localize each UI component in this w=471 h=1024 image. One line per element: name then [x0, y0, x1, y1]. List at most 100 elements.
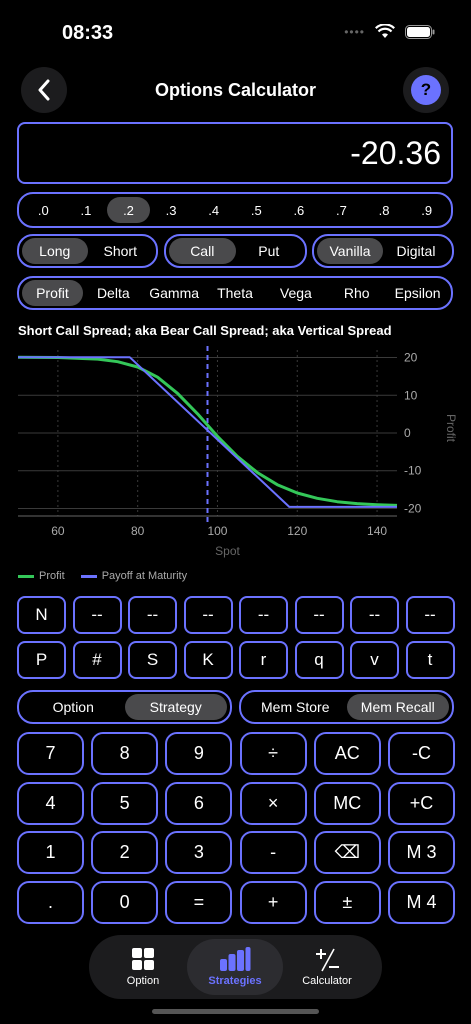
y-tick-label-2: 0	[404, 426, 411, 440]
decimals-option-1[interactable]: .1	[65, 197, 108, 223]
legend-profit: Profit	[18, 570, 65, 582]
decimal-selector: .0.1.2.3.4.5.6.7.8.9	[17, 192, 453, 228]
mode-toggle-option-strategy[interactable]: Strategy	[124, 694, 227, 720]
wifi-icon	[375, 24, 395, 38]
keypad-key-0-2[interactable]: 9	[165, 732, 233, 775]
keypad-key-1-2[interactable]: 6	[165, 781, 233, 825]
keypad-key-1-4[interactable]: MC	[313, 781, 381, 825]
variable-button-row1-2[interactable]: --	[128, 596, 177, 634]
variable-button-row2-2[interactable]: S	[128, 641, 177, 679]
keypad-key-1-0[interactable]: 4	[17, 781, 84, 825]
style-option-digital[interactable]: Digital	[383, 238, 449, 264]
keypad-key-2-1[interactable]: 2	[91, 831, 159, 874]
keypad-key-3-5[interactable]: M 4	[388, 880, 455, 924]
variable-button-row2-3[interactable]: K	[183, 641, 233, 679]
variable-button-row1-3[interactable]: --	[183, 596, 233, 634]
x-tick-label-0: 60	[51, 524, 65, 538]
tab-strategies[interactable]: Strategies	[187, 939, 283, 995]
metric-tabs-option-profit[interactable]: Profit	[22, 280, 83, 306]
keypad-key-2-4[interactable]: ⌫	[313, 831, 381, 874]
keypad-key-1-5[interactable]: +C	[388, 781, 455, 825]
profit-chart: 20100-10-2060 80 100 120 140SpotProfit	[17, 346, 458, 558]
tab-calculator[interactable]: Calculator	[279, 939, 375, 995]
y-axis-label: Profit	[444, 414, 458, 443]
variable-button-row1-4[interactable]: --	[239, 596, 288, 634]
keypad-key-2-5[interactable]: M 3	[388, 831, 455, 874]
option-type-toggle: Call Put	[164, 234, 307, 268]
metric-tabs-option-delta[interactable]: Delta	[83, 280, 144, 306]
tab-option[interactable]: Option	[95, 939, 191, 995]
metric-tabs-option-rho[interactable]: Rho	[326, 280, 387, 306]
keypad-key-3-3[interactable]: +	[239, 880, 307, 924]
x-tick-label-4: 140	[367, 524, 387, 538]
option-type-option-put[interactable]: Put	[236, 238, 303, 264]
decimals-option-0[interactable]: .0	[22, 197, 65, 223]
metric-tabs-option-theta[interactable]: Theta	[205, 280, 266, 306]
keypad-key-2-0[interactable]: 1	[17, 831, 84, 874]
keypad-key-3-4[interactable]: ±	[313, 880, 381, 924]
page-title: Options Calculator	[154, 80, 316, 100]
x-tick-label-1: 80	[131, 524, 145, 538]
y-tick-label-3: -10	[404, 464, 422, 478]
keypad-key-2-2[interactable]: 3	[165, 831, 233, 874]
bar-chart-icon	[220, 947, 251, 971]
status-icons: ••••	[344, 24, 435, 39]
battery-icon	[405, 24, 435, 39]
variable-button-row1-0[interactable]: N	[17, 596, 66, 634]
decimals-option-8[interactable]: .8	[363, 197, 406, 223]
metric-tabs-option-vega[interactable]: Vega	[265, 280, 326, 306]
decimals-option-5[interactable]: .5	[235, 197, 278, 223]
position-option-long[interactable]: Long	[22, 238, 88, 264]
y-tick-label-0: 20	[404, 351, 418, 365]
variable-button-row2-0[interactable]: P	[17, 641, 66, 679]
metric-tabs-option-epsilon[interactable]: Epsilon	[387, 280, 448, 306]
style-toggle: Vanilla Digital	[312, 234, 454, 268]
variable-button-row1-6[interactable]: --	[350, 596, 399, 634]
variable-button-row2-4[interactable]: r	[239, 641, 288, 679]
decimals-option-3[interactable]: .3	[150, 197, 193, 223]
result-display: -20.36	[17, 122, 453, 184]
decimals-option-4[interactable]: .4	[192, 197, 235, 223]
decimals-option-6[interactable]: .6	[278, 197, 321, 223]
metric-tabs-option-gamma[interactable]: Gamma	[144, 280, 205, 306]
variable-button-row2-5[interactable]: q	[294, 641, 344, 679]
help-icon: ?	[411, 75, 441, 105]
memory-toggle: Mem Store Mem Recall	[239, 690, 454, 724]
legend-payoff: Payoff at Maturity	[80, 570, 187, 582]
keypad-key-2-3[interactable]: -	[239, 831, 307, 874]
variable-button-row1-1[interactable]: --	[72, 596, 122, 634]
keypad-key-0-5[interactable]: -C	[388, 732, 455, 775]
position-option-short[interactable]: Short	[88, 238, 154, 264]
variable-button-row1-5[interactable]: --	[294, 596, 344, 634]
tab-bar: Option Strategies Calculator	[89, 935, 382, 999]
y-tick-label-4: -20	[404, 501, 422, 515]
keypad-key-3-2[interactable]: =	[165, 880, 233, 924]
variable-button-row2-1[interactable]: #	[72, 641, 122, 679]
variable-button-row1-7[interactable]: --	[405, 596, 455, 634]
help-button[interactable]: ?	[403, 67, 449, 113]
chart-title: Short Call Spread; aka Bear Call Spread;…	[18, 323, 392, 338]
option-type-option-call[interactable]: Call	[169, 238, 236, 264]
variable-button-row2-6[interactable]: v	[350, 641, 399, 679]
x-tick-label-2: 100	[207, 524, 227, 538]
keypad-key-3-1[interactable]: 0	[91, 880, 159, 924]
keypad-key-0-1[interactable]: 8	[91, 732, 159, 775]
keypad-key-0-4[interactable]: AC	[313, 732, 381, 775]
metric-tabs: Profit Delta Gamma Theta Vega Rho Epsilon	[17, 276, 453, 310]
decimals-option-9[interactable]: .9	[405, 197, 448, 223]
status-time: 08:33	[62, 22, 114, 44]
x-axis-label: Spot	[215, 544, 240, 558]
keypad-key-1-3[interactable]: ×	[239, 781, 307, 825]
mem-toggle-option-mem-recall[interactable]: Mem Recall	[346, 694, 449, 720]
decimals-option-7[interactable]: .7	[320, 197, 363, 223]
keypad-key-0-0[interactable]: 7	[17, 732, 84, 775]
keypad-key-0-3[interactable]: ÷	[239, 732, 307, 775]
mem-toggle-option-mem-store[interactable]: Mem Store	[244, 694, 347, 720]
keypad-key-3-0[interactable]: .	[17, 880, 84, 924]
decimals-option-2[interactable]: .2	[107, 197, 150, 223]
keypad-key-1-1[interactable]: 5	[91, 781, 159, 825]
home-indicator	[152, 1009, 319, 1014]
style-option-vanilla[interactable]: Vanilla	[317, 238, 383, 264]
mode-toggle-option-option[interactable]: Option	[22, 694, 125, 720]
variable-button-row2-7[interactable]: t	[405, 641, 455, 679]
